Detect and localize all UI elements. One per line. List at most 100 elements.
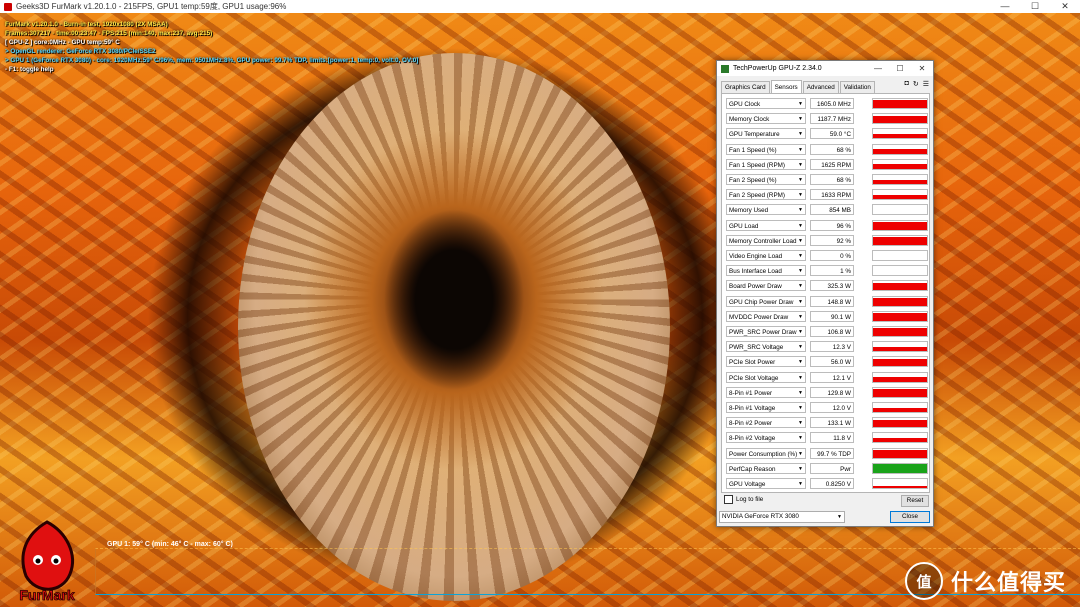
sensor-graph — [872, 295, 928, 307]
sensor-graph — [872, 174, 928, 185]
chevron-down-icon: ▼ — [798, 450, 803, 457]
sensor-name-select[interactable]: Memory Used ▼ — [726, 204, 806, 216]
sensor-row: Board Power Draw ▼ 325.3 W — [724, 279, 929, 292]
chevron-down-icon: ▼ — [798, 177, 803, 183]
sensor-name: Fan 2 Speed (RPM) — [729, 192, 785, 200]
sensor-name: Board Power Draw — [729, 283, 782, 291]
device-select[interactable]: NVIDIA GeForce RTX 3080 ▼ — [719, 511, 845, 523]
sensor-graph-fill — [873, 419, 927, 428]
sensor-graph-fill — [873, 486, 927, 488]
camera-icon[interactable]: ◘ — [905, 80, 909, 88]
menu-icon[interactable]: ☰ — [923, 80, 929, 88]
sensor-graph — [872, 462, 928, 474]
sensor-value: 56.0 W — [810, 356, 854, 368]
sensor-name-select[interactable]: Memory Clock ▼ — [726, 113, 806, 125]
sensor-name-select[interactable]: PWR_SRC Voltage ▼ — [726, 341, 806, 353]
sensor-name: Fan 1 Speed (RPM) — [729, 161, 785, 169]
sensor-name-select[interactable]: Fan 1 Speed (%) ▼ — [726, 143, 806, 155]
sensor-name-select[interactable]: 8-Pin #2 Power ▼ — [726, 417, 806, 429]
tab-graphics-card[interactable]: Graphics Card — [721, 81, 770, 93]
sensor-value: 0.8250 V — [810, 478, 854, 489]
chevron-down-icon: ▼ — [798, 298, 803, 305]
sensor-name: Video Engine Load — [729, 253, 783, 260]
sensor-row: PCIe Slot Voltage ▼ 12.1 V — [724, 371, 929, 384]
sensor-row: Bus Interface Load ▼ 1 % — [724, 264, 929, 277]
log-to-file[interactable]: Log to file — [724, 495, 763, 504]
sensor-name-select[interactable]: PCIe Slot Power ▼ — [726, 356, 806, 368]
sensor-name-select[interactable]: Power Consumption (%) ▼ — [726, 447, 806, 459]
sensor-name-select[interactable]: Bus Interface Load ▼ — [726, 265, 806, 277]
sensor-name-select[interactable]: PCIe Slot Voltage ▼ — [726, 371, 806, 383]
sensor-graph-fill — [873, 237, 927, 245]
sensor-name: PCIe Slot Voltage — [729, 374, 779, 382]
gpuz-minimize-button[interactable]: — — [867, 61, 889, 76]
site-watermark: 值 什么值得买 — [905, 562, 1066, 600]
minimize-button[interactable]: — — [990, 0, 1020, 13]
sensor-name-select[interactable]: PWR_SRC Power Draw ▼ — [726, 326, 806, 337]
sensor-name: 8-Pin #2 Power — [729, 420, 773, 428]
osd-line-gpu: > GPU 1 (GeForce RTX 3080) - core: 1920M… — [5, 56, 419, 64]
sensor-name-select[interactable]: Fan 1 Speed (RPM) ▼ — [726, 158, 806, 170]
sensor-value: 68 % — [810, 143, 854, 155]
sensor-name-select[interactable]: Fan 2 Speed (RPM) ▼ — [726, 189, 806, 201]
sensor-name-select[interactable]: Board Power Draw ▼ — [726, 280, 806, 292]
sensor-name: MVDDC Power Draw — [729, 313, 789, 321]
sensor-value: 1 % — [810, 265, 854, 277]
refresh-icon[interactable]: ↻ — [913, 80, 919, 88]
sensor-name-select[interactable]: 8-Pin #1 Voltage ▼ — [726, 402, 806, 413]
sensor-name-select[interactable]: GPU Clock ▼ — [726, 98, 806, 109]
sensor-graph-fill — [873, 213, 927, 215]
sensor-graph-fill — [873, 133, 927, 139]
chevron-down-icon: ▼ — [798, 253, 803, 259]
watermark-text: 什么值得买 — [951, 570, 1067, 595]
sensor-name-select[interactable]: GPU Chip Power Draw ▼ — [726, 295, 806, 307]
gpuz-app-icon — [721, 64, 729, 73]
temperature-graph-label: GPU 1: 59° C (min: 46° C - max: 60° C) — [107, 541, 233, 548]
sensor-name-select[interactable]: PerfCap Reason ▼ — [726, 462, 806, 474]
log-to-file-checkbox[interactable] — [724, 495, 733, 504]
sensor-value: 12.1 V — [810, 371, 854, 383]
sensor-value: 1625 RPM — [810, 158, 854, 170]
sensor-name: GPU Voltage — [729, 481, 766, 488]
furmark-osd: FurMark v1.20.1.0 - Burn-in test, 1920x1… — [5, 21, 418, 74]
sensor-name-select[interactable]: 8-Pin #2 Voltage ▼ — [726, 432, 806, 444]
sensor-graph-fill — [873, 282, 927, 291]
gpuz-titlebar: TechPowerUp GPU-Z 2.34.0 — ☐ ✕ — [717, 61, 933, 76]
sensor-graph-fill — [873, 346, 927, 352]
sensor-row: Fan 2 Speed (RPM) ▼ 1633 RPM — [724, 188, 929, 201]
close-button[interactable]: ✕ — [1050, 0, 1080, 13]
gpuz-close-button[interactable]: ✕ — [911, 61, 933, 76]
chevron-down-icon: ▼ — [798, 207, 803, 214]
sensor-name-select[interactable]: Memory Controller Load ▼ — [726, 234, 806, 246]
sensor-name-select[interactable]: Fan 2 Speed (%) ▼ — [726, 174, 806, 185]
sensor-graph-fill — [873, 389, 927, 397]
log-to-file-label: Log to file — [736, 496, 764, 503]
sensor-row: PCIe Slot Power ▼ 56.0 W — [724, 355, 929, 368]
tab-sensors[interactable]: Sensors — [770, 80, 802, 93]
sensor-name-select[interactable]: 8-Pin #1 Power ▼ — [726, 386, 806, 398]
maximize-button[interactable]: ☐ — [1020, 0, 1050, 13]
sensor-name-select[interactable]: Video Engine Load ▼ — [726, 250, 806, 261]
sensor-name-select[interactable]: GPU Temperature ▼ — [726, 128, 806, 140]
reset-button[interactable]: Reset — [901, 495, 929, 507]
sensor-graph — [872, 113, 928, 125]
chevron-down-icon: ▼ — [798, 101, 803, 107]
sensor-name: GPU Chip Power Draw — [729, 298, 794, 306]
sensor-name-select[interactable]: GPU Load ▼ — [726, 219, 806, 231]
close-dialog-button[interactable]: Close — [890, 511, 930, 523]
sensor-name-select[interactable]: GPU Voltage ▼ — [726, 478, 806, 489]
chevron-down-icon: ▼ — [798, 374, 803, 381]
sensor-row: PWR_SRC Voltage ▼ 12.3 V — [724, 340, 929, 353]
chevron-down-icon: ▼ — [798, 131, 803, 138]
gpuz-maximize-button[interactable]: ☐ — [889, 61, 911, 76]
sensor-name: Fan 1 Speed (%) — [729, 146, 777, 154]
chevron-down-icon: ▼ — [798, 283, 803, 290]
tab-advanced[interactable]: Advanced — [802, 81, 839, 93]
tab-validation[interactable]: Validation — [839, 81, 875, 93]
chevron-down-icon: ▼ — [798, 465, 803, 472]
sensor-graph — [872, 310, 928, 322]
sensor-name-select[interactable]: MVDDC Power Draw ▼ — [726, 310, 806, 322]
sensor-graph — [872, 189, 928, 201]
sensor-graph-fill — [873, 179, 927, 184]
sensor-graph — [872, 432, 928, 444]
